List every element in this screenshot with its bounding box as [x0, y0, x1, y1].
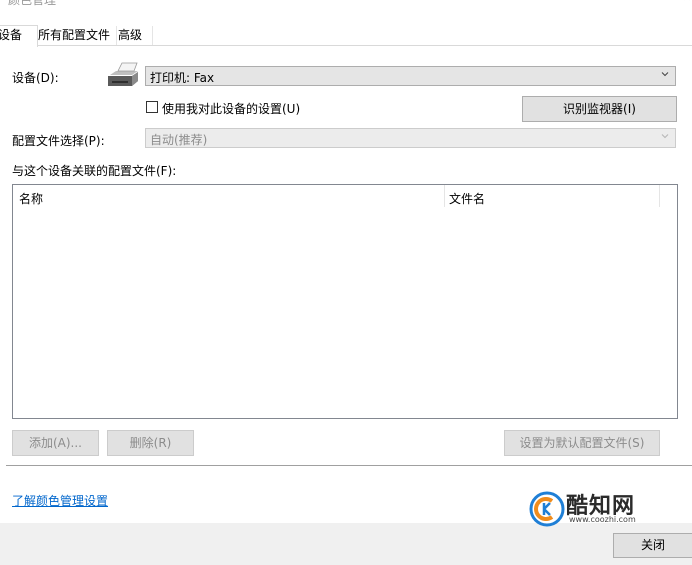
chevron-down-icon: [661, 134, 669, 139]
printer-icon: [108, 62, 138, 86]
watermark-logo-icon: [529, 491, 565, 527]
watermark-url: www.coozhi.com: [569, 515, 636, 524]
set-default-profile-button[interactable]: 设置为默认配置文件(S): [504, 430, 660, 456]
column-header-filename[interactable]: 文件名: [449, 190, 485, 207]
remove-button[interactable]: 删除(R): [107, 430, 194, 456]
window-title: 颜色管理: [8, 0, 57, 7]
tab-all-profiles[interactable]: 所有配置文件: [34, 26, 117, 45]
profile-selection-label: 配置文件选择(P):: [12, 134, 105, 148]
close-button[interactable]: 关闭: [613, 533, 692, 558]
divider: [6, 465, 692, 466]
profile-selection-value: 自动(推荐): [150, 133, 208, 147]
use-my-settings-label[interactable]: 使用我对此设备的设置(U): [162, 100, 300, 117]
title-bar: 颜色管理 ✕: [0, 0, 692, 9]
tab-strip-line: [0, 45, 692, 46]
close-icon[interactable]: ✕: [682, 0, 692, 4]
identify-monitors-button[interactable]: 识别监视器(I): [522, 96, 677, 122]
add-button[interactable]: 添加(A)...: [12, 430, 99, 456]
column-divider[interactable]: [659, 185, 660, 207]
device-select[interactable]: 打印机: Fax: [145, 66, 676, 86]
column-divider[interactable]: [444, 185, 445, 207]
footer-bar: [0, 523, 692, 565]
tab-advanced[interactable]: 高级: [114, 26, 153, 45]
column-header-name[interactable]: 名称: [19, 190, 43, 207]
tab-devices[interactable]: 设备: [0, 25, 38, 47]
device-label: 设备(D):: [12, 71, 59, 85]
device-select-value: 打印机: Fax: [150, 71, 215, 85]
learn-color-settings-link[interactable]: 了解颜色管理设置: [12, 492, 108, 509]
associated-profiles-label: 与这个设备关联的配置文件(F):: [12, 164, 177, 178]
profile-selection-select[interactable]: 自动(推荐): [145, 128, 676, 148]
chevron-down-icon: [661, 72, 669, 77]
color-management-icon: [0, 0, 6, 1]
associated-profiles-list[interactable]: 名称 文件名: [12, 184, 678, 419]
use-my-settings-checkbox[interactable]: [146, 101, 158, 113]
